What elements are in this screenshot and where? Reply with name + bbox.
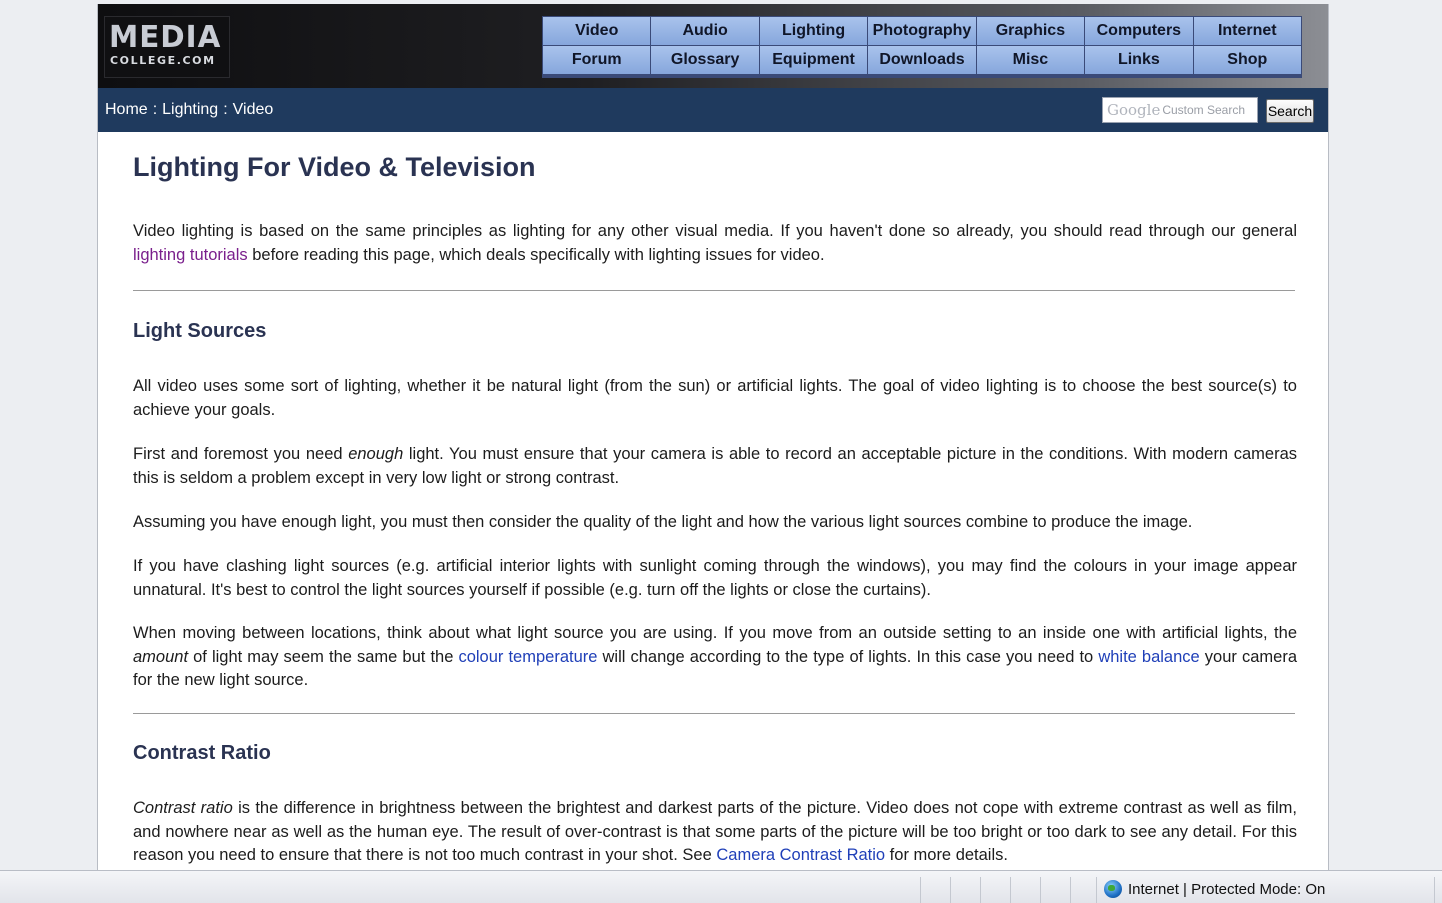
status-divider [950, 877, 951, 903]
globe-icon [1104, 880, 1122, 898]
site-header: MEDIA COLLEGE.COM Video Audio Lighting P… [98, 4, 1328, 88]
breadcrumb-separator: : [223, 101, 228, 118]
heading-contrast-ratio: Contrast Ratio [133, 742, 271, 764]
status-divider [1434, 877, 1435, 903]
emphasis: enough [348, 445, 404, 463]
lighting-tutorials-link[interactable]: lighting tutorials [133, 246, 248, 264]
paragraph-contrast-ratio: Contrast ratio is the difference in brig… [133, 797, 1297, 868]
search-placeholder: Custom Search [1162, 103, 1246, 117]
nav-item-video[interactable]: Video [543, 17, 651, 45]
emphasis: amount [133, 647, 189, 666]
page-title: Lighting For Video & Television [133, 152, 536, 182]
breadcrumb-separator: : [152, 101, 158, 118]
nav-item-equipment[interactable]: Equipment [759, 46, 868, 74]
paragraph-light-sources-2: First and foremost you need enough light… [133, 443, 1297, 490]
text: First and foremost you need [133, 445, 349, 463]
security-zone[interactable]: Internet | Protected Mode: On [1104, 880, 1325, 898]
colour-temperature-link[interactable]: colour temperature [458, 648, 597, 666]
search-input[interactable]: Google Custom Search [1102, 97, 1258, 123]
browser-status-bar: Internet | Protected Mode: On [0, 870, 1442, 903]
status-divider [920, 877, 921, 903]
status-divider [1040, 877, 1041, 903]
nav-item-internet[interactable]: Internet [1193, 17, 1301, 45]
camera-contrast-ratio-link[interactable]: Camera Contrast Ratio [716, 846, 885, 864]
paragraph-light-sources-5: When moving between locations, think abo… [133, 622, 1297, 693]
paragraph-light-sources-3: Assuming you have enough light, you must… [133, 513, 1193, 531]
white-balance-link[interactable]: white balance [1098, 648, 1199, 666]
breadcrumb: Home: Lighting: Video [105, 101, 273, 119]
main-navigation: Video Audio Lighting Photography Graphic… [542, 16, 1302, 78]
status-divider [1070, 877, 1071, 903]
logo-subtitle: COLLEGE.COM [110, 54, 216, 67]
text: is the difference in brightness between … [133, 799, 1297, 864]
intro-paragraph: Video lighting is based on the same prin… [133, 220, 1297, 267]
intro-text-end: before reading this page, which deals sp… [247, 245, 825, 264]
nav-item-shop[interactable]: Shop [1193, 46, 1301, 74]
search-button[interactable]: Search [1266, 99, 1314, 123]
text: When moving between locations, think abo… [133, 624, 1297, 642]
nav-item-computers[interactable]: Computers [1085, 17, 1193, 45]
heading-light-sources: Light Sources [133, 320, 267, 342]
logo-wordmark: MEDIA [109, 20, 222, 55]
status-divider [1096, 877, 1097, 903]
nav-item-lighting[interactable]: Lighting [759, 17, 868, 45]
nav-item-audio[interactable]: Audio [651, 17, 759, 45]
divider [133, 290, 1295, 291]
nav-item-glossary[interactable]: Glossary [651, 46, 759, 74]
security-zone-label: Internet | Protected Mode: On [1128, 880, 1326, 898]
breadcrumb-bar: Home: Lighting: Video Google Custom Search… [98, 88, 1328, 132]
emphasis: Contrast ratio [133, 799, 233, 817]
paragraph-light-sources-1: All video uses some sort of lighting, wh… [133, 377, 1297, 419]
site-logo[interactable]: MEDIA COLLEGE.COM [104, 16, 230, 78]
paragraph-light-sources-4: If you have clashing light sources (e.g.… [133, 557, 1297, 599]
nav-item-links[interactable]: Links [1085, 46, 1193, 74]
text: for more details. [885, 846, 1008, 864]
breadcrumb-home[interactable]: Home [105, 101, 148, 118]
divider [133, 713, 1295, 714]
nav-item-graphics[interactable]: Graphics [976, 17, 1085, 45]
browser-viewport: MEDIA COLLEGE.COM Video Audio Lighting P… [0, 0, 1442, 870]
google-logo: Google [1107, 101, 1161, 119]
status-divider [1010, 877, 1011, 903]
intro-text: Video lighting is based on the same prin… [133, 222, 1297, 240]
nav-item-misc[interactable]: Misc [976, 46, 1085, 74]
text: of light may seem the same but the [188, 647, 459, 666]
status-divider [980, 877, 981, 903]
nav-item-photography[interactable]: Photography [868, 17, 976, 45]
web-page: MEDIA COLLEGE.COM Video Audio Lighting P… [97, 4, 1329, 870]
breadcrumb-lighting[interactable]: Lighting [162, 101, 218, 118]
nav-item-downloads[interactable]: Downloads [868, 46, 976, 74]
breadcrumb-video: Video [232, 101, 274, 118]
text: will change according to the type of lig… [597, 647, 1099, 666]
nav-item-forum[interactable]: Forum [543, 46, 651, 74]
